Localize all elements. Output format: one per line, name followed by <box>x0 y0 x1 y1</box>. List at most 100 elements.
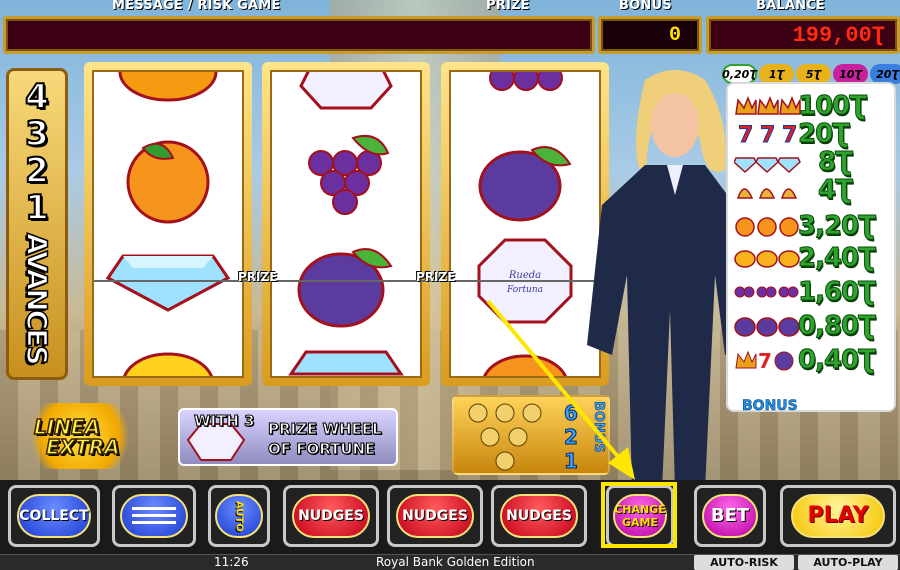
plum-icon <box>478 146 572 222</box>
wheel-info-line1: WITH 3 <box>194 412 256 431</box>
avances-number-1: 1 <box>24 188 50 228</box>
chip-20[interactable]: 20Ʈ <box>870 64 900 84</box>
paytable-row-seven: 777 20Ʈ <box>734 119 851 150</box>
grape-icon <box>308 134 390 215</box>
prize-wheel-info: WITH 3 PRIZE WHEEL OF FORTUNE <box>178 408 398 466</box>
plum-icon <box>297 248 393 328</box>
paytable: 100Ʈ 777 20Ʈ 8Ʈ 4Ʈ 3,20Ʈ 2,40Ʈ 1,60Ʈ 0,8… <box>726 82 896 415</box>
bonus-value: 0 <box>668 23 681 47</box>
change-game-line1: CHANGE <box>614 502 666 516</box>
auto-label: AUTO <box>214 494 264 538</box>
prize-tag-1: PRIZE <box>238 270 278 284</box>
chip-10[interactable]: 10Ʈ <box>833 64 868 84</box>
avances-number-4: 4 <box>24 77 50 117</box>
avances-panel: 4 3 2 1 AVANCES <box>6 68 68 380</box>
menu-icon <box>120 494 188 538</box>
nudges-label-1: NUDGES <box>292 494 370 538</box>
diamond-icon <box>734 150 804 174</box>
paytable-row-lemon: 2,40Ʈ <box>734 243 877 274</box>
paytable-row-grape: 1,60Ʈ <box>734 277 877 308</box>
plum-icon <box>734 314 804 338</box>
play-label: PLAY <box>790 494 886 538</box>
nudges-label-3: NUDGES <box>500 494 578 538</box>
nudges-button-2[interactable]: NUDGES <box>387 485 483 547</box>
paytable-row-mixed: 7 0,40Ʈ <box>734 345 877 376</box>
paytable-row-orange: 3,20Ʈ <box>734 211 877 242</box>
chip-1[interactable]: 1Ʈ <box>759 64 794 84</box>
paytable-value: 1,60Ʈ <box>798 277 877 308</box>
paytable-value: 20Ʈ <box>798 119 851 150</box>
paytable-row-crown: 100Ʈ <box>734 91 868 122</box>
payline <box>94 280 606 282</box>
game-title: Royal Bank Golden Edition <box>376 555 535 569</box>
avances-word: AVANCES <box>20 232 55 364</box>
change-game-line2: GAME <box>621 515 658 529</box>
auto-play-button[interactable]: AUTO-PLAY <box>798 555 898 570</box>
nudges-label-2: NUDGES <box>396 494 474 538</box>
change-game-face: CHANGE GAME <box>613 494 667 538</box>
collect-button[interactable]: COLLECT <box>8 485 100 547</box>
paytable-value: 0,80Ʈ <box>798 311 877 342</box>
paytable-bonus-label: BONUS <box>742 398 798 415</box>
orange-icon <box>126 140 210 224</box>
clock: 11:26 <box>214 555 249 569</box>
bet-button[interactable]: BET <box>694 485 766 547</box>
collect-label: COLLECT <box>17 494 91 538</box>
nudges-button-3[interactable]: NUDGES <box>491 485 587 547</box>
wheel-info-line2: PRIZE WHEEL <box>268 420 383 439</box>
chip-020[interactable]: 0,20Ʈ <box>722 64 757 84</box>
orange-icon <box>734 214 804 238</box>
paytable-value: 2,40Ʈ <box>798 243 877 274</box>
bell-icon <box>734 178 804 202</box>
wheel-info-line3: OF FORTUNE <box>267 440 376 459</box>
diamond-icon <box>288 350 404 376</box>
wheel-text-2: Fortuna <box>506 285 543 295</box>
play-button[interactable]: PLAY <box>780 485 896 547</box>
auto-button[interactable]: AUTO <box>208 485 270 547</box>
linea-extra-badge: LINEA EXTRA <box>18 403 142 469</box>
balance-display: 199,00Ʈ <box>706 16 900 54</box>
paytable-row-plum: 0,80Ʈ <box>734 311 877 342</box>
paytable-value: 100Ʈ <box>797 91 867 122</box>
balance-label: BALANCE <box>756 0 826 13</box>
grape-icon <box>734 280 804 304</box>
bonus-display: 0 <box>598 16 702 54</box>
avances-number-2: 2 <box>24 151 50 191</box>
balance-value: 199,00Ʈ <box>792 22 885 48</box>
bet-label: BET <box>701 494 759 538</box>
chip-5[interactable]: 5Ʈ <box>796 64 831 84</box>
prize-label: PRIZE <box>486 0 530 13</box>
reel-1 <box>84 62 252 386</box>
paytable-value: 3,20Ʈ <box>798 211 877 242</box>
prize-tag-2: PRIZE <box>416 270 456 284</box>
paytable-row-bell: 4Ʈ <box>734 175 854 206</box>
seven-icon: 777 <box>734 122 804 147</box>
mixed-icon: 7 <box>734 348 804 372</box>
change-game-button[interactable]: CHANGE GAME <box>606 485 674 547</box>
svg-text:7: 7 <box>782 123 797 146</box>
message-box <box>3 16 595 54</box>
paytable-value: 8Ʈ <box>818 147 854 178</box>
paytable-row-diamond: 8Ʈ <box>734 147 854 178</box>
svg-text:7: 7 <box>758 349 772 372</box>
wheel-of-fortune-icon <box>299 72 393 110</box>
reel-2 <box>262 62 430 386</box>
yellow-arrow-icon <box>486 299 635 480</box>
crown-icon <box>734 94 804 118</box>
diamond-icon <box>105 254 231 312</box>
auto-risk-button[interactable]: AUTO-RISK <box>694 555 794 570</box>
linea-extra-line2: EXTRA <box>45 434 120 460</box>
menu-button[interactable] <box>112 485 196 547</box>
lemon-icon <box>734 246 804 270</box>
svg-text:7: 7 <box>760 123 775 146</box>
bet-chips: 0,20Ʈ 1Ʈ 5Ʈ 10Ʈ 20Ʈ <box>722 64 900 84</box>
paytable-value: 4Ʈ <box>818 175 854 206</box>
paytable-value: 0,40Ʈ <box>798 345 877 376</box>
svg-text:7: 7 <box>738 123 753 146</box>
lemon-icon <box>123 352 213 376</box>
orange-icon <box>118 72 218 102</box>
nudges-button-1[interactable]: NUDGES <box>283 485 379 547</box>
grape-icon <box>489 72 563 91</box>
message-label: MESSAGE / RISK GAME <box>112 0 281 13</box>
avances-number-3: 3 <box>24 114 50 154</box>
